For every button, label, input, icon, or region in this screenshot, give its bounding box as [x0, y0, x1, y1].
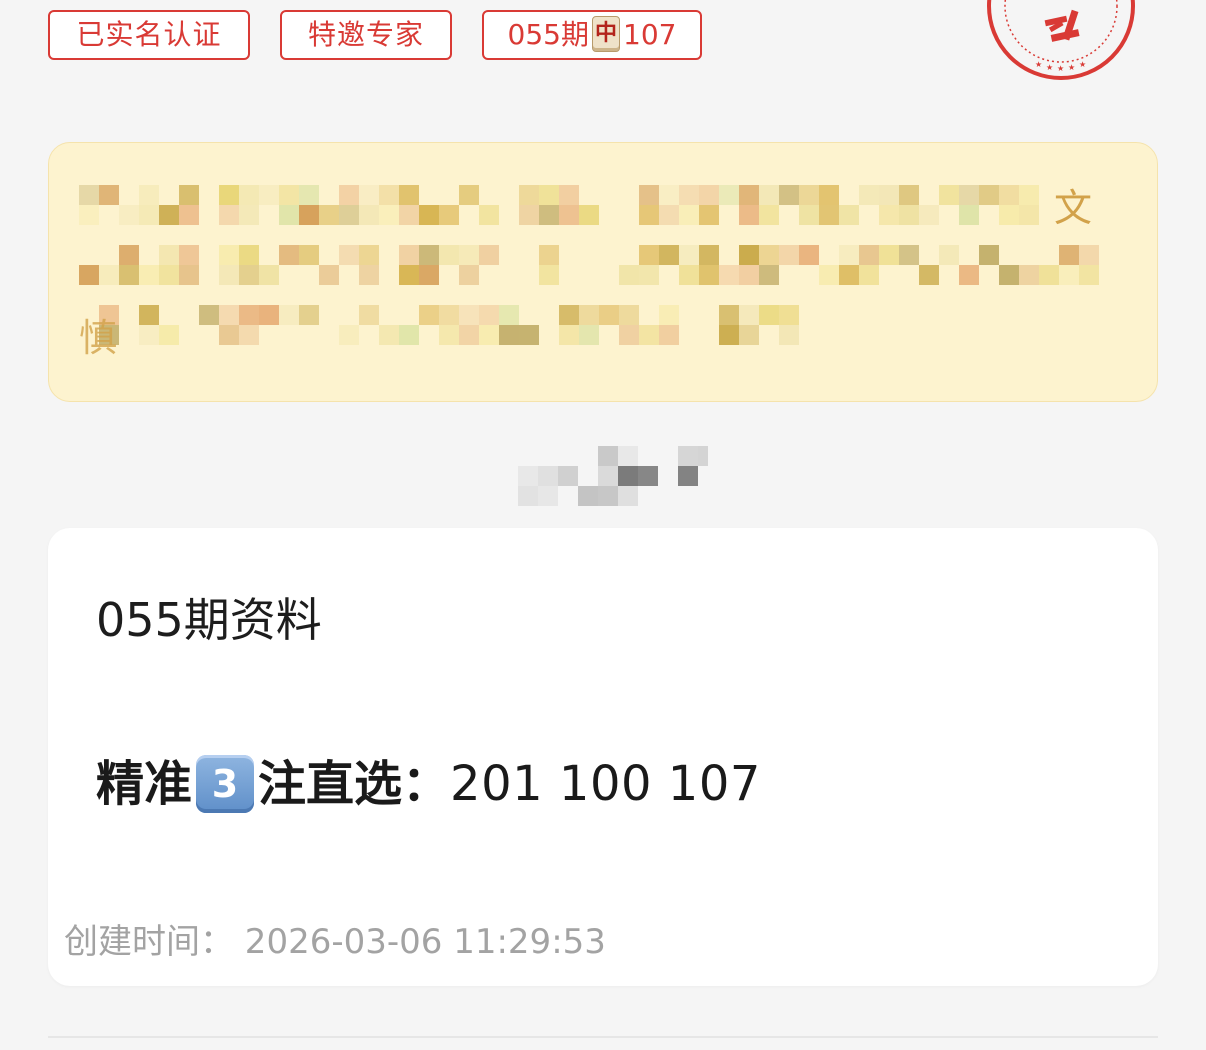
notice-visible-char: 文 — [1054, 186, 1093, 230]
mahjong-zhong-tile-icon: 中 — [592, 16, 620, 52]
notice-banner: 文 慎 — [48, 142, 1158, 402]
keycap-three-icon: 3 — [196, 755, 255, 813]
certification-stamp-icon: ★ ★ ★ ★ ★ — [987, 0, 1135, 80]
svg-text:★: ★ — [1079, 60, 1086, 69]
pixelated-notice-text — [79, 185, 1099, 345]
hit-record-suffix: 107 — [623, 18, 677, 51]
invited-expert-tag-label: 特邀专家 — [307, 18, 424, 51]
verified-tag: 已实名认证 — [48, 10, 250, 60]
notice-visible-char: 慎 — [79, 316, 118, 360]
prediction-line: 精准 3 注直选：201 100 107 — [96, 750, 761, 815]
created-time: 创建时间： 2026-03-06 11:29:53 — [64, 922, 606, 962]
invited-expert-tag: 特邀专家 — [280, 10, 452, 60]
verified-tag-label: 已实名认证 — [76, 18, 222, 51]
content-card[interactable]: 055期资料 精准 3 注直选：201 100 107 创建时间： 2026-03-… — [48, 528, 1158, 986]
svg-text:★: ★ — [1068, 63, 1075, 72]
hit-record-tag: 055期中 107 — [482, 10, 702, 60]
divider — [48, 1036, 1158, 1038]
svg-text:★: ★ — [1046, 63, 1053, 72]
card-title: 055期资料 — [96, 593, 322, 647]
pixelated-author-name — [518, 446, 708, 506]
hit-record-prefix: 055期 — [507, 18, 589, 51]
svg-text:★: ★ — [1057, 64, 1064, 73]
prediction-prefix: 精准 — [96, 756, 193, 812]
svg-text:★: ★ — [1035, 60, 1042, 69]
prediction-suffix: 注直选： — [258, 756, 451, 812]
prediction-numbers: 201 100 107 — [450, 756, 761, 812]
